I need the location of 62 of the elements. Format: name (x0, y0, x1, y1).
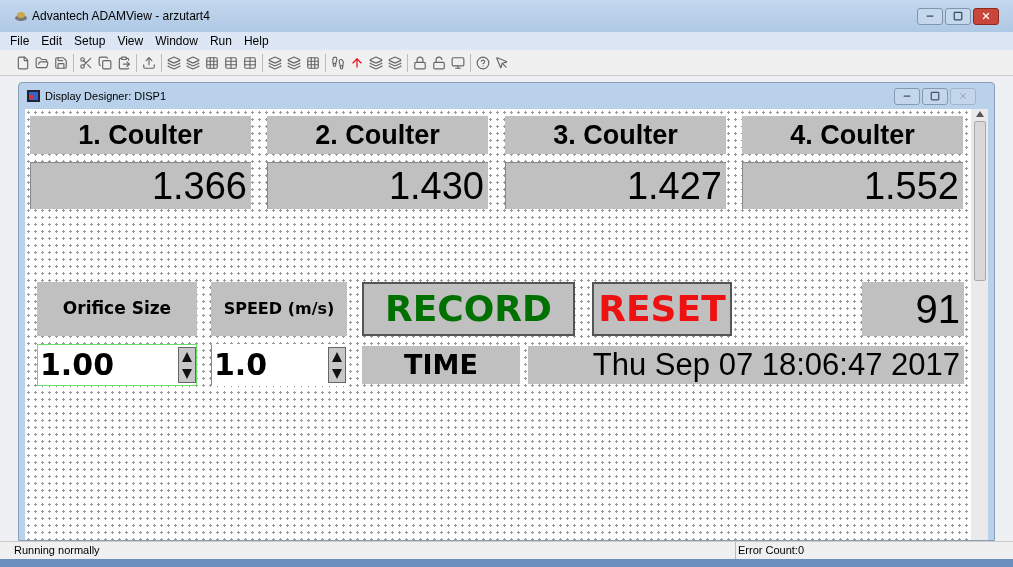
menu-item[interactable]: File (10, 32, 30, 50)
unlock-icon[interactable] (432, 55, 446, 70)
close-button[interactable] (973, 7, 999, 25)
paste-icon[interactable] (117, 55, 131, 70)
scroll-up-arrow-icon[interactable] (975, 111, 984, 117)
lock-icon[interactable] (413, 55, 427, 70)
menu-item[interactable]: Window (155, 32, 198, 50)
upload-icon[interactable] (142, 55, 156, 70)
cut-icon[interactable] (79, 55, 93, 70)
layers-icon[interactable] (186, 55, 200, 70)
time-label: TIME (362, 346, 520, 384)
menu-item[interactable]: View (117, 32, 144, 50)
status-message: Running normally (13, 543, 101, 559)
arrow-up-icon[interactable] (350, 55, 364, 70)
monitor-icon[interactable] (451, 55, 465, 70)
menu-item[interactable]: Help (243, 32, 269, 50)
number-field[interactable]: 1.00 (37, 344, 197, 386)
error-count: Error Count:0 (735, 542, 997, 559)
table-icon[interactable] (243, 55, 257, 70)
maximize-button[interactable] (922, 87, 948, 105)
menu-item[interactable]: Run (209, 32, 232, 50)
designer-title: Display Designer: DISP1 (45, 88, 167, 104)
coulter-label: 2. Coulter (267, 116, 488, 154)
layers-icon[interactable] (167, 55, 181, 70)
coulter-label: 1. Coulter (30, 116, 251, 154)
display-icon (27, 90, 40, 102)
coulter-value: 1.427 (505, 162, 726, 209)
coulter-value: 1.366 (30, 162, 251, 209)
grid-icon[interactable] (205, 55, 219, 70)
coulter-label: 4. Coulter (742, 116, 963, 154)
new-file-icon[interactable] (16, 55, 30, 70)
menu-item[interactable]: Edit (41, 32, 63, 50)
counter-value: 91 (862, 282, 964, 336)
spinner-icon[interactable] (328, 347, 346, 383)
date-time-value: Thu Sep 07 18:06:47 2017 (528, 346, 964, 384)
layers-icon[interactable] (388, 55, 402, 70)
maximize-icon (930, 91, 940, 101)
speed-label: SPEED (m/s) (211, 282, 347, 336)
window-title: Advantech ADAMView - arzutart4 (32, 8, 210, 25)
coulter-value: 1.430 (267, 162, 488, 209)
maximize-button[interactable] (945, 7, 971, 25)
copy-icon[interactable] (98, 55, 112, 70)
layers-icon[interactable] (268, 55, 282, 70)
open-folder-icon[interactable] (35, 55, 49, 70)
help-icon[interactable] (476, 55, 490, 70)
orifice-size-label: Orifice Size (37, 282, 197, 336)
layers-icon[interactable] (369, 55, 383, 70)
close-icon (958, 91, 968, 101)
spinner-icon[interactable] (178, 347, 196, 383)
close-icon (981, 11, 991, 21)
save-icon[interactable] (54, 55, 68, 70)
pointer-help-icon[interactable] (495, 55, 509, 70)
coulter-label: 3. Coulter (505, 116, 726, 154)
coulter-value: 1.552 (742, 162, 963, 209)
grid-icon[interactable] (306, 55, 320, 70)
app-logo-icon (14, 10, 28, 22)
vertical-scrollbar[interactable] (971, 109, 988, 540)
menu-item[interactable]: Setup (74, 32, 106, 50)
table-icon[interactable] (224, 55, 238, 70)
number-field[interactable]: 1.0 (211, 344, 347, 386)
layers-icon[interactable] (287, 55, 301, 70)
maximize-icon (953, 11, 963, 21)
